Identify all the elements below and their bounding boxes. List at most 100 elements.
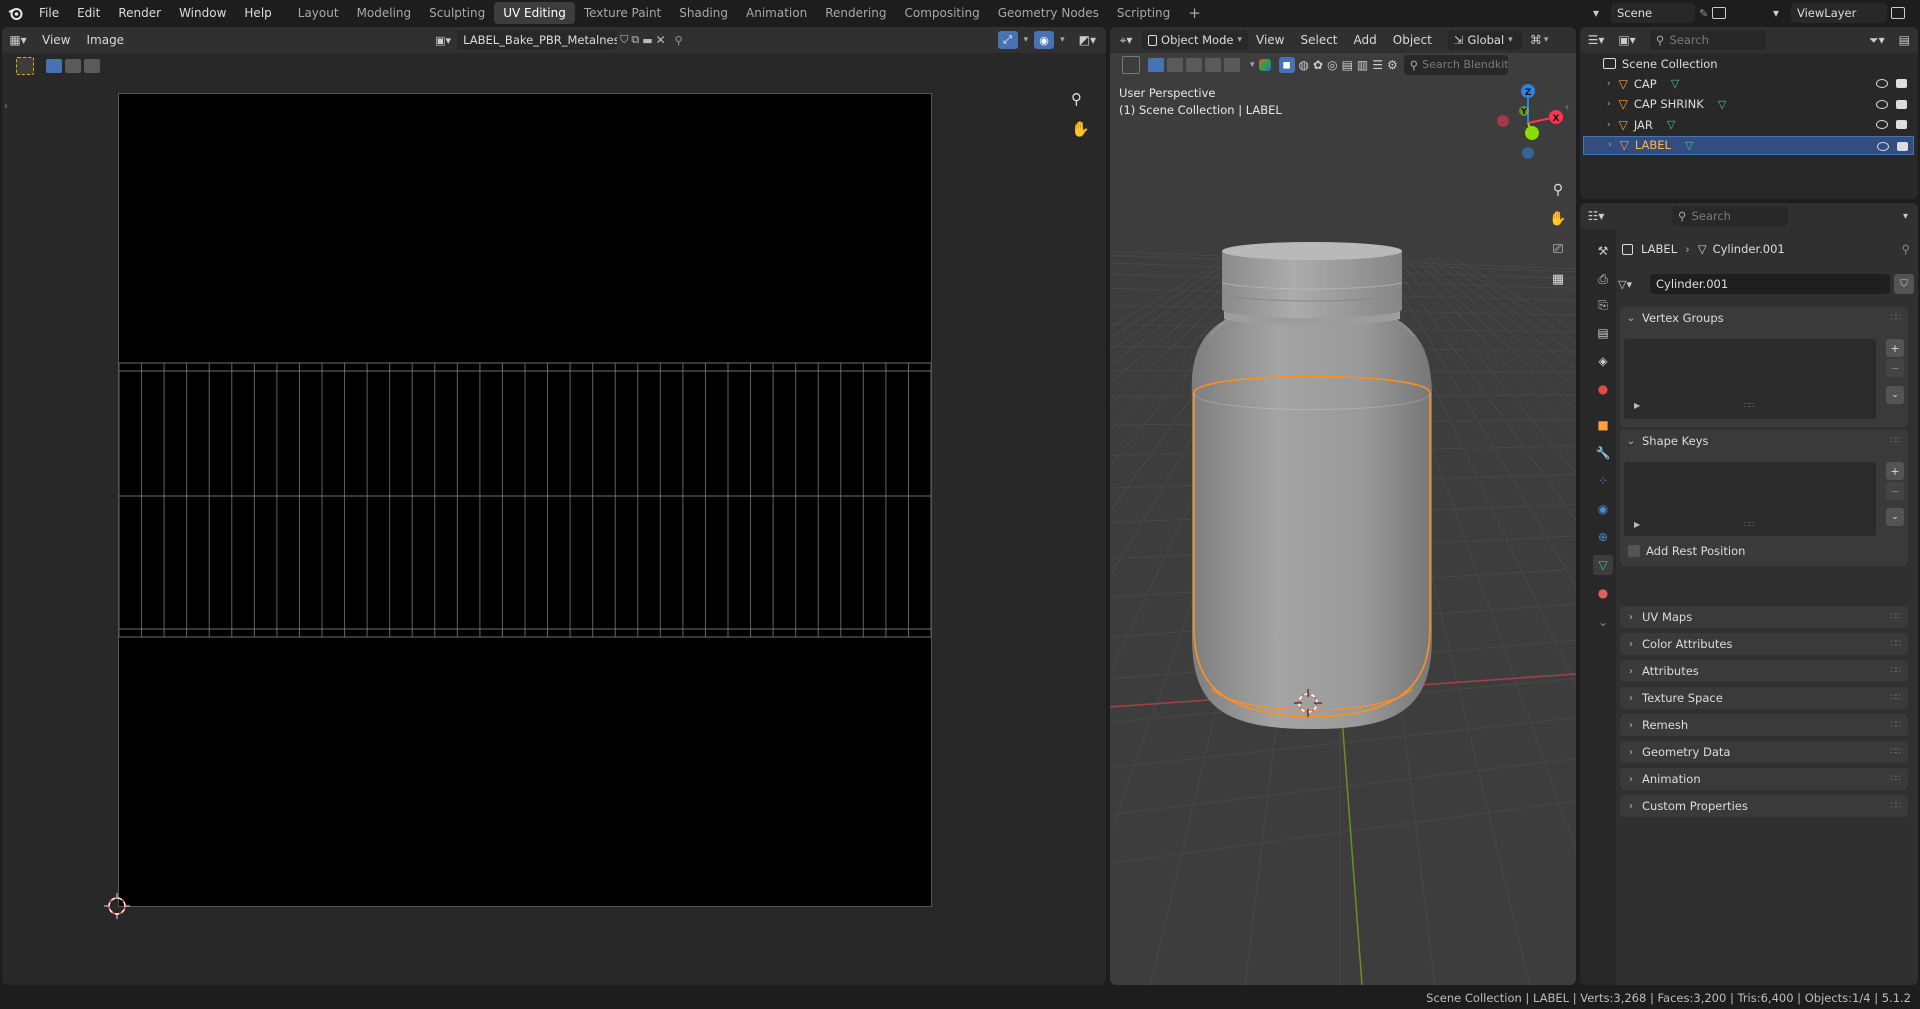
drag-handle-icon[interactable]: ∷∷ bbox=[1891, 666, 1902, 676]
outliner-row[interactable]: › ▽ CAP ▽ bbox=[1583, 74, 1914, 93]
chevron-down-icon[interactable]: ▾ bbox=[1903, 211, 1908, 222]
drag-handle-icon[interactable]: ∷∷ bbox=[1891, 639, 1902, 649]
add-shape-key-button[interactable]: + bbox=[1886, 462, 1904, 480]
select-tool-icon[interactable] bbox=[16, 57, 34, 75]
tab-shading[interactable]: Shading bbox=[670, 2, 737, 24]
display-channels-icon[interactable]: ◩▾ bbox=[1079, 33, 1096, 47]
drag-handle-icon[interactable]: ∷∷ bbox=[1891, 747, 1902, 757]
list-expand-icon[interactable]: ▶ bbox=[1634, 401, 1640, 410]
collapsed-panel[interactable]: › Remesh ∷∷ bbox=[1620, 714, 1908, 736]
tab-rendering[interactable]: Rendering bbox=[816, 2, 895, 24]
collapsed-panel[interactable]: › Animation ∷∷ bbox=[1620, 768, 1908, 790]
drag-handle-icon[interactable]: ∷∷ bbox=[1891, 436, 1902, 446]
new-view-layer-icon[interactable] bbox=[1891, 7, 1905, 19]
view-layer-name-field[interactable]: ViewLayer bbox=[1791, 3, 1887, 23]
expand-arrow-icon[interactable]: › bbox=[1608, 140, 1612, 150]
uv-sync-icon[interactable]: ⤢ bbox=[997, 31, 1018, 49]
pan-hand-icon[interactable]: ✋ bbox=[1071, 120, 1090, 138]
tab-layout[interactable]: Layout bbox=[289, 2, 348, 24]
list-resize-icon[interactable]: ∷∷ bbox=[1744, 401, 1754, 410]
fake-user-icon[interactable]: ⛉ bbox=[620, 33, 628, 47]
drag-handle-icon[interactable]: ∷∷ bbox=[1891, 774, 1902, 784]
scene-name-field[interactable]: Scene bbox=[1611, 3, 1695, 23]
add-rest-position-checkbox[interactable] bbox=[1628, 545, 1640, 557]
scene-tab-icon[interactable]: ◈ bbox=[1593, 351, 1613, 371]
add-vertex-group-button[interactable]: + bbox=[1886, 339, 1904, 357]
sidebar-toggle-icon[interactable]: › bbox=[4, 101, 8, 112]
jar-model[interactable] bbox=[1110, 27, 1576, 985]
world-tab-icon[interactable]: ● bbox=[1593, 379, 1613, 399]
tab-uv-editing[interactable]: UV Editing bbox=[494, 2, 575, 24]
shape-key-menu-button[interactable]: ⌄ bbox=[1886, 508, 1904, 526]
select-mode-new-icon[interactable] bbox=[46, 59, 62, 73]
zoom-icon[interactable]: ⚲ bbox=[1071, 90, 1082, 108]
collapsed-panel[interactable]: › Attributes ∷∷ bbox=[1620, 660, 1908, 682]
data-tab-icon[interactable]: ▽ bbox=[1593, 555, 1613, 575]
expand-arrow-icon[interactable]: › bbox=[1607, 79, 1611, 89]
menu-file[interactable]: File bbox=[30, 0, 68, 26]
modifier-tab-icon[interactable]: 🔧 bbox=[1593, 443, 1613, 463]
overlay-toggle-icon[interactable]: ◉ bbox=[1034, 31, 1055, 49]
constraints-tab-icon[interactable]: ⊕ bbox=[1593, 527, 1613, 547]
open-image-icon[interactable]: ▬ bbox=[642, 34, 652, 47]
remove-vertex-group-button[interactable]: − bbox=[1886, 359, 1904, 377]
image-name-field[interactable]: LABEL_Bake_PBR_Metalness bbox=[457, 30, 618, 50]
select-mode-subtract-icon[interactable] bbox=[84, 59, 100, 73]
eye-icon[interactable] bbox=[1876, 120, 1888, 129]
mesh-browse-icon[interactable]: ▽▾ bbox=[1618, 278, 1646, 291]
tab-animation[interactable]: Animation bbox=[737, 2, 816, 24]
uv-image-canvas[interactable] bbox=[118, 93, 932, 907]
menu-window[interactable]: Window bbox=[170, 0, 235, 26]
vertex-groups-list[interactable]: ▶ ∷∷ bbox=[1624, 339, 1876, 419]
list-resize-icon[interactable]: ∷∷ bbox=[1744, 520, 1754, 529]
properties-search-input[interactable]: ⚲ Search bbox=[1672, 206, 1788, 226]
camera-icon[interactable] bbox=[1896, 99, 1907, 109]
new-scene-icon[interactable] bbox=[1712, 7, 1727, 19]
drag-handle-icon[interactable]: ∷∷ bbox=[1891, 801, 1902, 811]
scene-icon[interactable]: ▾ bbox=[1585, 3, 1607, 23]
menu-edit[interactable]: Edit bbox=[68, 0, 109, 26]
blender-logo-icon[interactable] bbox=[0, 6, 30, 20]
outliner-row[interactable]: › ▽ LABEL ▽ bbox=[1583, 135, 1914, 155]
more-tabs-icon[interactable]: ⌄ bbox=[1593, 612, 1613, 632]
mesh-data-icon[interactable]: ▽ bbox=[1718, 98, 1726, 111]
shape-keys-header[interactable]: ⌄ Shape Keys ∷∷ bbox=[1620, 430, 1908, 452]
display-mode-icon[interactable]: ▣▾ bbox=[1612, 33, 1642, 47]
render-tab-icon[interactable]: ⎙ bbox=[1593, 269, 1613, 289]
unlink-image-icon[interactable]: ✕ bbox=[656, 33, 666, 47]
mesh-data-icon[interactable]: ▽ bbox=[1671, 77, 1679, 90]
collapsed-panel[interactable]: › UV Maps ∷∷ bbox=[1620, 606, 1908, 628]
pin-icon[interactable]: ✎ bbox=[1699, 7, 1708, 20]
camera-icon[interactable] bbox=[1897, 141, 1908, 151]
mesh-data-icon[interactable]: ▽ bbox=[1667, 118, 1675, 131]
editor-type-icon[interactable]: ☷▾ bbox=[1580, 209, 1612, 223]
eye-icon[interactable] bbox=[1877, 141, 1889, 151]
camera-icon[interactable] bbox=[1896, 120, 1907, 129]
fake-user-icon[interactable]: ⛉ bbox=[1894, 274, 1914, 294]
filter-icon[interactable]: ⏷▾ bbox=[1869, 33, 1885, 48]
eye-icon[interactable] bbox=[1876, 79, 1888, 88]
expand-arrow-icon[interactable]: › bbox=[1607, 120, 1611, 130]
list-expand-icon[interactable]: ▶ bbox=[1634, 520, 1640, 529]
outliner-row[interactable]: › ▽ JAR ▽ bbox=[1583, 115, 1914, 134]
uv-menu-image[interactable]: Image bbox=[78, 33, 132, 47]
drag-handle-icon[interactable]: ∷∷ bbox=[1891, 693, 1902, 703]
output-tab-icon[interactable]: ⎘ bbox=[1593, 295, 1613, 315]
physics-tab-icon[interactable]: ◉ bbox=[1593, 499, 1613, 519]
remove-shape-key-button[interactable]: − bbox=[1886, 482, 1904, 500]
tab-texture-paint[interactable]: Texture Paint bbox=[575, 2, 670, 24]
drag-handle-icon[interactable]: ∷∷ bbox=[1891, 720, 1902, 730]
object-tab-icon[interactable]: ■ bbox=[1593, 415, 1613, 435]
tab-sculpting[interactable]: Sculpting bbox=[420, 2, 494, 24]
pin-icon[interactable]: ⚲ bbox=[1902, 242, 1910, 256]
collapsed-panel[interactable]: › Geometry Data ∷∷ bbox=[1620, 741, 1908, 763]
uv-2d-cursor-icon[interactable] bbox=[104, 893, 130, 919]
drag-handle-icon[interactable]: ∷∷ bbox=[1891, 612, 1902, 622]
new-collection-icon[interactable]: ▤ bbox=[1899, 33, 1910, 47]
vertex-group-menu-button[interactable]: ⌄ bbox=[1886, 386, 1904, 404]
collapsed-panel[interactable]: › Color Attributes ∷∷ bbox=[1620, 633, 1908, 655]
tab-compositing[interactable]: Compositing bbox=[895, 2, 988, 24]
outliner-row[interactable]: › ▽ CAP SHRINK ▽ bbox=[1583, 95, 1914, 114]
view-layer-icon[interactable]: ▾ bbox=[1765, 3, 1787, 23]
shape-keys-list[interactable]: ▶ ∷∷ bbox=[1624, 462, 1876, 536]
